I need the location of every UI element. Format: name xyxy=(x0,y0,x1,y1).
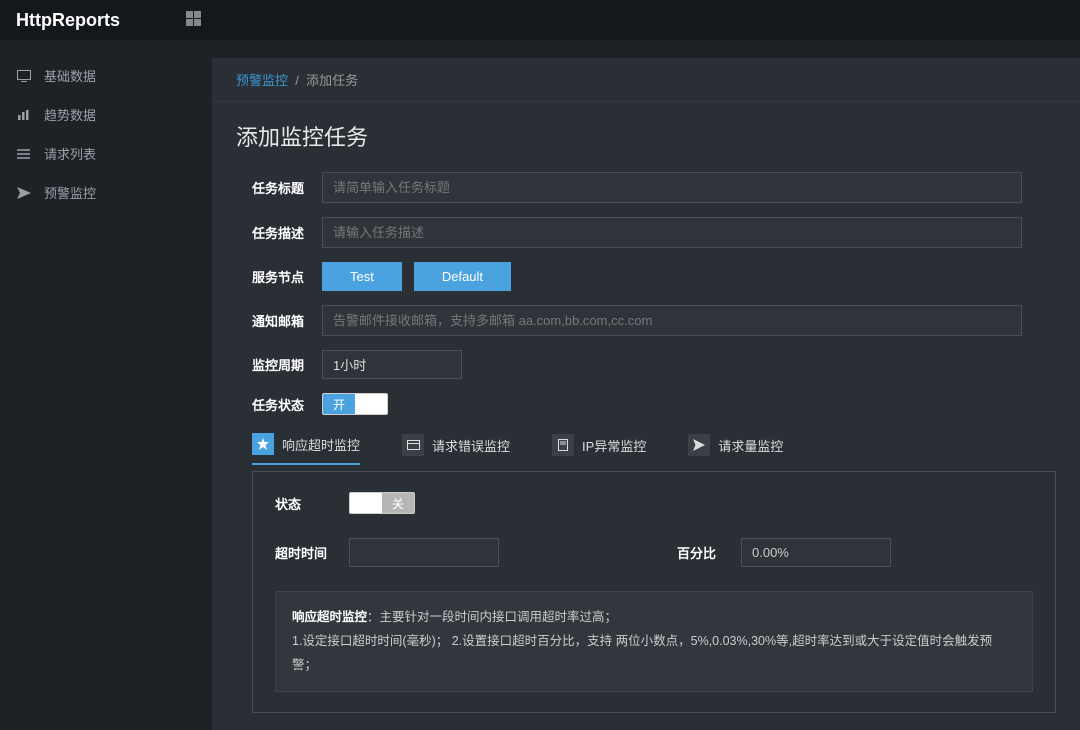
breadcrumb-link-alert[interactable]: 预警监控 xyxy=(236,73,288,88)
label-service-nodes: 服务节点 xyxy=(252,267,322,286)
monitor-icon xyxy=(16,70,32,82)
main-content: 预警监控 / 添加任务 添加监控任务 任务标题 任务描述 服务节点 Test D… xyxy=(212,58,1080,730)
label-task-title: 任务标题 xyxy=(252,178,322,197)
select-monitor-cycle[interactable] xyxy=(322,350,462,379)
label-percent: 百分比 xyxy=(677,543,727,562)
input-task-title[interactable] xyxy=(322,172,1022,203)
tab-request-error[interactable]: 请求错误监控 xyxy=(402,433,510,465)
switch-on-label: 开 xyxy=(323,394,355,414)
node-button-test[interactable]: Test xyxy=(322,262,402,291)
breadcrumb: 预警监控 / 添加任务 xyxy=(212,58,1080,102)
sidebar-item-alert-monitor[interactable]: 预警监控 xyxy=(0,173,200,212)
tab-label: 响应超时监控 xyxy=(282,435,360,454)
label-task-status: 任务状态 xyxy=(252,395,322,414)
help-line1: ：主要针对一段时间内接口调用超时率过高； xyxy=(367,610,617,624)
send-icon xyxy=(688,434,710,456)
switch-task-status[interactable]: 开 xyxy=(322,393,388,415)
chart-icon xyxy=(16,109,32,121)
switch-panel-state[interactable]: 关 xyxy=(349,492,415,514)
label-task-desc: 任务描述 xyxy=(252,223,322,242)
doc-icon xyxy=(552,434,574,456)
sidebar-item-basic-data[interactable]: 基础数据 xyxy=(0,56,200,95)
sidebar-item-request-list[interactable]: 请求列表 xyxy=(0,134,200,173)
help-line2: 1.设定接口超时时间(毫秒)； 2.设置接口超时百分比，支持 两位小数点，5%,… xyxy=(292,630,1016,678)
breadcrumb-current: 添加任务 xyxy=(306,73,358,88)
tab-request-volume[interactable]: 请求量监控 xyxy=(688,433,783,465)
input-timeout[interactable] xyxy=(349,538,499,567)
monitor-tabstrip: 响应超时监控 请求错误监控 IP异常监控 xyxy=(252,433,1056,465)
input-percent[interactable] xyxy=(741,538,891,567)
sidebar-item-label: 请求列表 xyxy=(44,144,96,163)
tab-label: 请求错误监控 xyxy=(432,436,510,455)
page-title: 添加监控任务 xyxy=(212,102,1080,162)
switch-off-label: 关 xyxy=(382,493,414,513)
list-icon xyxy=(16,148,32,160)
label-notify-email: 通知邮箱 xyxy=(252,311,322,330)
help-box: 响应超时监控：主要针对一段时间内接口调用超时率过高； 1.设定接口超时时间(毫秒… xyxy=(275,591,1033,692)
tab-response-timeout[interactable]: 响应超时监控 xyxy=(252,433,360,465)
sidebar: 基础数据 趋势数据 请求列表 预警监控 xyxy=(0,40,200,730)
tab-ip-anomaly[interactable]: IP异常监控 xyxy=(552,433,646,465)
help-title: 响应超时监控 xyxy=(292,610,367,624)
node-button-default[interactable]: Default xyxy=(414,262,511,291)
input-task-desc[interactable] xyxy=(322,217,1022,248)
label-timeout: 超时时间 xyxy=(275,543,335,562)
tab-label: IP异常监控 xyxy=(582,436,646,455)
breadcrumb-sep: / xyxy=(295,73,299,88)
sidebar-item-label: 基础数据 xyxy=(44,66,96,85)
switch-handle xyxy=(350,493,382,513)
star-icon xyxy=(252,433,274,455)
sidebar-item-label: 趋势数据 xyxy=(44,105,96,124)
tab-panel-response-timeout: 状态 关 超时时间 百分比 响应超时监控：主要针对一段时间内接口调用超时率过高 xyxy=(252,471,1056,713)
input-notify-email[interactable] xyxy=(322,305,1022,336)
sidebar-item-label: 预警监控 xyxy=(44,183,96,202)
sidebar-item-trend-data[interactable]: 趋势数据 xyxy=(0,95,200,134)
card-icon xyxy=(402,434,424,456)
brand-logo: HttpReports xyxy=(16,10,186,31)
label-monitor-cycle: 监控周期 xyxy=(252,355,322,374)
tab-label: 请求量监控 xyxy=(718,436,783,455)
label-panel-state: 状态 xyxy=(275,494,335,513)
switch-handle xyxy=(355,394,387,414)
app-grid-icon[interactable] xyxy=(186,11,204,29)
send-icon xyxy=(16,187,32,199)
